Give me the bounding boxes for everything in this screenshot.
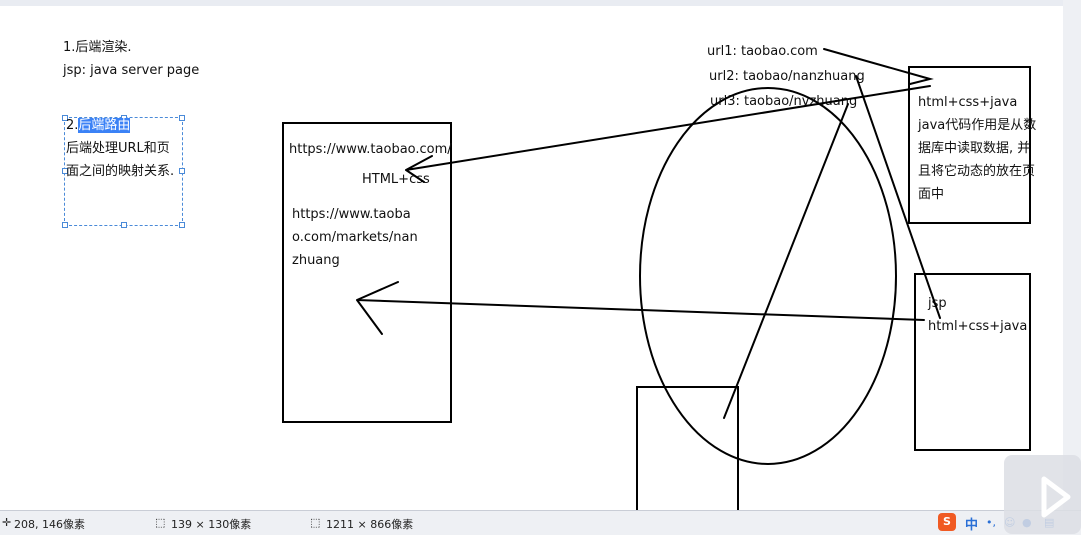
crosshair-icon: ✛ xyxy=(2,516,12,529)
ime-language-toggle[interactable]: 中 xyxy=(965,514,978,533)
line-stroke xyxy=(855,75,941,319)
vertical-scrollbar[interactable] xyxy=(1063,0,1081,510)
status-bar: ✛ 208, 146像素 ⬚ 139 × 130像素 ⬚ 1211 × 866像… xyxy=(0,510,1081,535)
play-icon xyxy=(1041,476,1071,518)
drawing-strokes xyxy=(356,48,941,465)
line-stroke xyxy=(723,103,849,419)
ime-punct-toggle[interactable]: •, xyxy=(986,516,996,529)
selection-size: 139 × 130像素 xyxy=(171,518,252,531)
sogou-ime-icon[interactable]: S xyxy=(938,513,956,531)
image-size: 1211 × 866像素 xyxy=(326,518,414,531)
play-button[interactable] xyxy=(1004,455,1081,534)
cursor-position: 208, 146像素 xyxy=(14,518,85,531)
ellipse-shape xyxy=(639,87,897,465)
image-size-icon: ⬚ xyxy=(310,516,321,529)
selection-rect-icon: ⬚ xyxy=(155,516,166,529)
arrow-stroke xyxy=(823,48,934,85)
paint-canvas[interactable]: 1.后端渲染. jsp: java server page 2.后端路由 后端处… xyxy=(0,6,1063,512)
